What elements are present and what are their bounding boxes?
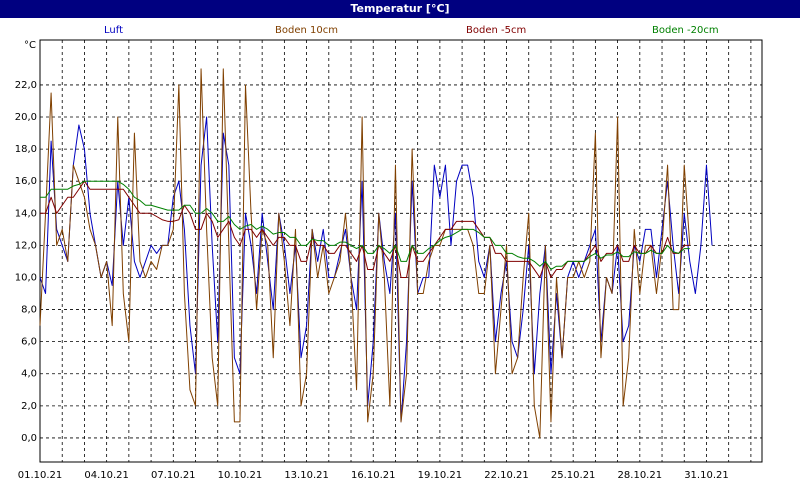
y-tick-label: 22,0 (15, 80, 37, 91)
x-tick-label: 01.10.21 (18, 470, 63, 481)
y-tick-label: 20,0 (15, 112, 37, 123)
y-tick-label: 10,0 (15, 272, 37, 283)
legend-boden-minus-20cm: Boden -20cm (652, 25, 719, 36)
x-tick-label: 10.10.21 (218, 470, 263, 481)
y-tick-label: 16,0 (15, 176, 37, 187)
x-tick-label: 28.10.21 (618, 470, 663, 481)
y-tick-label: 6,0 (21, 337, 37, 348)
x-tick-label: 31.10.21 (684, 470, 729, 481)
legend-boden-10cm: Boden 10cm (275, 25, 338, 36)
x-axis-ticks: 01.10.21 04.10.21 07.10.21 10.10.21 13.10.21… (18, 470, 729, 481)
x-tick-label: 19.10.21 (418, 470, 463, 481)
y-tick-label: 14,0 (15, 208, 37, 219)
legend-boden-minus-5cm: Boden -5cm (466, 25, 526, 36)
y-tick-label: 8,0 (21, 305, 37, 316)
y-tick-label: 2,0 (21, 401, 37, 412)
x-tick-label: 04.10.21 (84, 470, 129, 481)
y-axis-ticks: 0,0 2,0 4,0 6,0 8,0 10,0 12,0 14,0 16,0 18,0 20,0 2… (15, 80, 37, 444)
y-tick-label: 18,0 (15, 144, 37, 155)
y-tick-label: 0,0 (21, 433, 37, 444)
x-tick-label: 25.10.21 (551, 470, 596, 481)
x-tick-label: 16.10.21 (351, 470, 396, 481)
y-tick-label: 12,0 (15, 240, 37, 251)
y-axis-label: °C (24, 40, 36, 51)
y-tick-label: 4,0 (21, 369, 37, 380)
x-tick-label: 22.10.21 (484, 470, 529, 481)
x-tick-label: 13.10.21 (284, 470, 329, 481)
x-tick-label: 07.10.21 (151, 470, 196, 481)
legend-luft: Luft (104, 25, 123, 36)
temperature-chart: 0,0 2,0 4,0 6,0 8,0 10,0 12,0 14,0 16,0 18,0 20,0 2… (15, 25, 763, 481)
